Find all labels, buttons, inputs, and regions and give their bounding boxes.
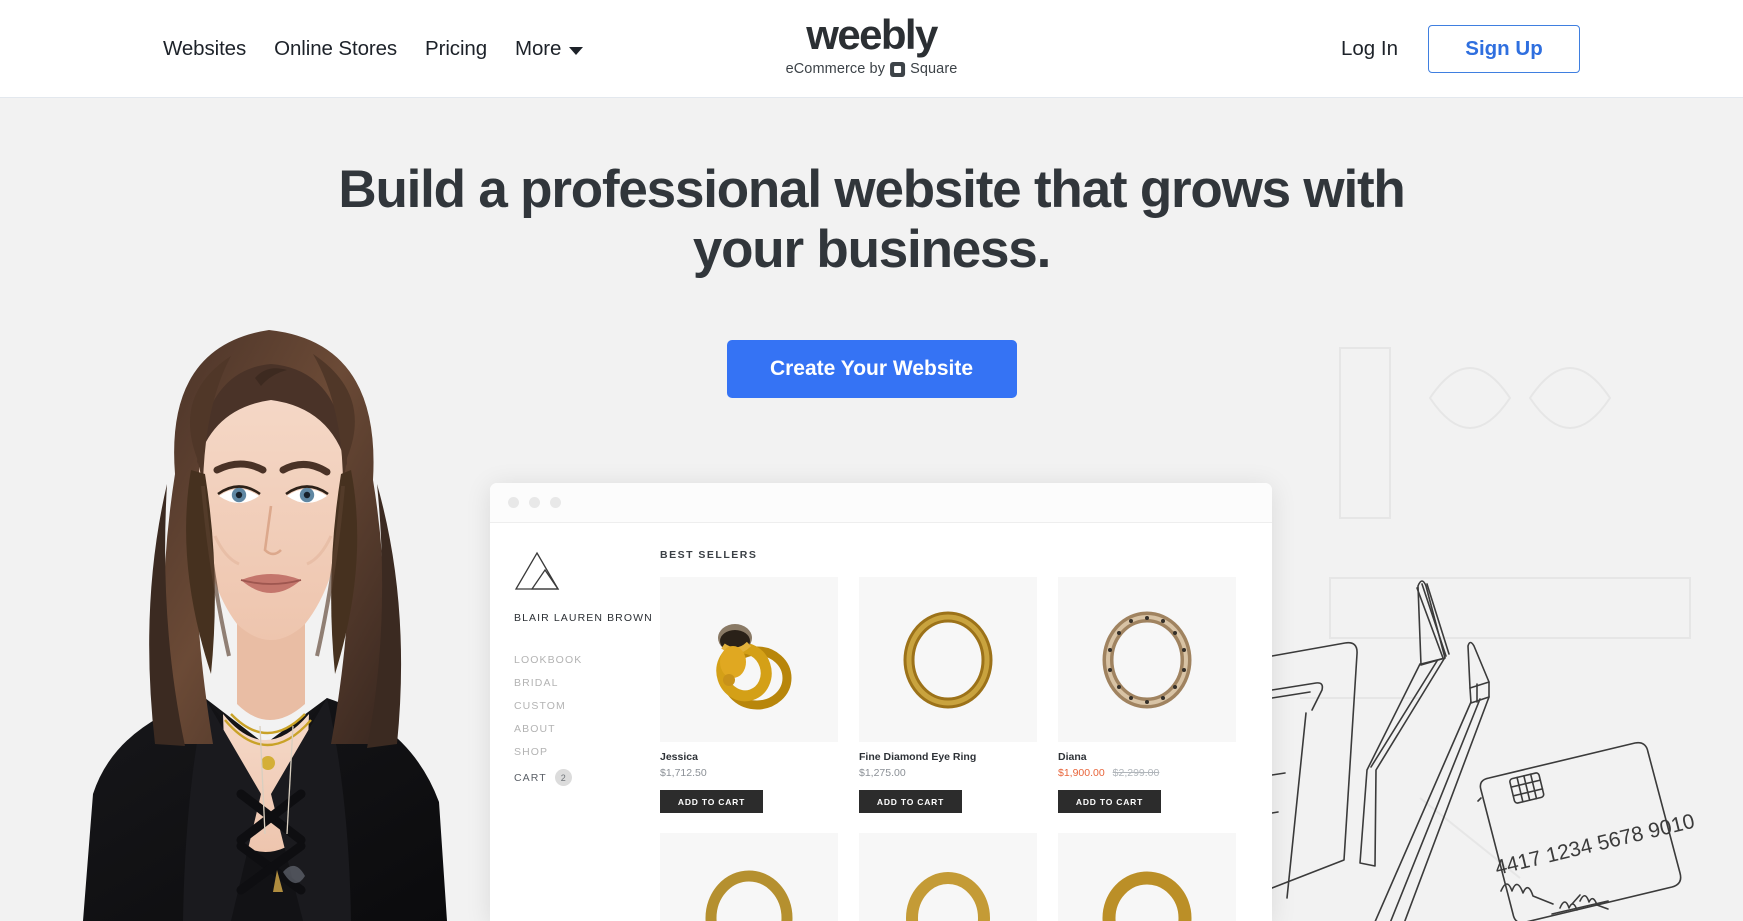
sidebar-item-shop[interactable]: SHOP — [514, 746, 660, 758]
product-image-row2-2 — [859, 833, 1037, 921]
site-header: Websites Online Stores Pricing More weeb… — [0, 0, 1743, 98]
add-to-cart-button[interactable]: ADD TO CART — [1058, 790, 1161, 813]
product-image-diana — [1058, 577, 1236, 742]
product-price-value: $1,275.00 — [859, 767, 906, 779]
product-name: Fine Diamond Eye Ring — [859, 751, 977, 763]
best-sellers-heading: BEST SELLERS — [660, 549, 758, 561]
product-image-row2-3 — [1058, 833, 1236, 921]
nav-item-online-stores[interactable]: Online Stores — [274, 37, 397, 61]
product-card[interactable] — [859, 833, 1037, 921]
create-your-website-button[interactable]: Create Your Website — [726, 340, 1017, 398]
log-in-link[interactable]: Log In — [1341, 37, 1398, 61]
product-price-value: $1,712.50 — [660, 767, 707, 779]
product-name: Diana — [1058, 751, 1087, 763]
sidebar-item-cart-label: CART — [514, 771, 547, 784]
nav-item-more-label: More — [515, 37, 562, 60]
gold-ring-stone-icon — [716, 623, 792, 709]
cart-count-badge: 2 — [554, 769, 572, 786]
page-title: Build a professional website that grows … — [338, 160, 1405, 279]
nav-item-pricing[interactable]: Pricing — [425, 37, 487, 61]
nav-item-more[interactable]: More — [515, 37, 584, 61]
add-to-cart-button[interactable]: ADD TO CART — [859, 790, 962, 813]
logo-wordmark: weebly — [806, 11, 938, 58]
product-price: $1,712.50 — [660, 767, 838, 779]
gold-ring-partial-3-icon — [1102, 871, 1192, 921]
gold-ring-partial-2-icon — [906, 871, 990, 921]
square-logo-icon — [890, 62, 906, 77]
product-grid: Jessica $1,712.50 ADD TO CART Fine Diamo… — [660, 577, 1246, 921]
window-close-icon[interactable] — [508, 497, 519, 508]
product-original-price: $2,299.00 — [1112, 767, 1160, 779]
product-sale-price: $1,900.00 — [1058, 767, 1105, 779]
sidebar-item-cart[interactable]: CART 2 — [514, 769, 660, 786]
sidebar-item-custom[interactable]: CUSTOM — [514, 700, 660, 712]
account-navigation: Log In Sign Up — [1341, 0, 1580, 98]
logo-tagline: eCommerce by Square — [786, 62, 958, 77]
window-maximize-icon[interactable] — [550, 497, 561, 508]
product-image-fine-diamond-eye-ring — [859, 577, 1037, 742]
preview-sidebar-nav: LOOKBOOK BRIDAL CUSTOM ABOUT SHOP CART 2 — [514, 654, 660, 786]
product-price: $1,275.00 — [859, 767, 1037, 779]
preview-brand-name: BLAIR LAUREN BROWN — [514, 612, 653, 624]
nav-item-websites[interactable]: Websites — [163, 37, 246, 61]
product-name: Jessica — [660, 751, 698, 763]
sidebar-item-lookbook[interactable]: LOOKBOOK — [514, 654, 660, 666]
hero-portrait-photo — [83, 330, 447, 921]
logo-tagline-suffix: Square — [910, 61, 958, 78]
sidebar-item-about[interactable]: ABOUT — [514, 723, 660, 735]
svg-text:4417 1234 5678 9010: 4417 1234 5678 9010 — [1493, 810, 1697, 880]
product-card[interactable]: Jessica $1,712.50 ADD TO CART — [660, 577, 838, 813]
browser-titlebar — [490, 483, 1272, 523]
logo-tagline-prefix: eCommerce by — [785, 61, 886, 78]
triangle-logo-icon — [514, 551, 560, 590]
sign-up-button[interactable]: Sign Up — [1428, 25, 1580, 73]
gold-band-ring-icon — [903, 611, 993, 708]
chevron-down-icon — [569, 46, 584, 55]
website-preview-mockup: BLAIR LAUREN BROWN LOOKBOOK BRIDAL CUSTO… — [490, 483, 1272, 921]
preview-sidebar: BLAIR LAUREN BROWN LOOKBOOK BRIDAL CUSTO… — [490, 523, 660, 921]
product-card[interactable]: Fine Diamond Eye Ring $1,275.00 ADD TO C… — [859, 577, 1037, 813]
preview-site: BLAIR LAUREN BROWN LOOKBOOK BRIDAL CUSTO… — [490, 523, 1272, 921]
product-card[interactable] — [1058, 833, 1236, 921]
product-image-jessica — [660, 577, 838, 742]
gold-ring-partial-1-icon — [705, 870, 793, 921]
preview-main: BEST SELLERS Jessica $1,712.50 ADD TO CA… — [660, 523, 1272, 921]
primary-navigation: Websites Online Stores Pricing More — [163, 0, 584, 98]
window-minimize-icon[interactable] — [529, 497, 540, 508]
product-price: $1,900.00 $2,299.00 — [1058, 767, 1236, 779]
weebly-logo[interactable]: weebly eCommerce by Square — [786, 14, 958, 77]
product-card[interactable]: Diana $1,900.00 $2,299.00 ADD TO CART — [1058, 577, 1236, 813]
diamond-eternity-ring-icon — [1102, 611, 1192, 708]
product-card[interactable] — [660, 833, 838, 921]
sidebar-item-bridal[interactable]: BRIDAL — [514, 677, 660, 689]
add-to-cart-button[interactable]: ADD TO CART — [660, 790, 763, 813]
hero-section: Build a professional website that grows … — [0, 98, 1743, 921]
product-image-row2-1 — [660, 833, 838, 921]
